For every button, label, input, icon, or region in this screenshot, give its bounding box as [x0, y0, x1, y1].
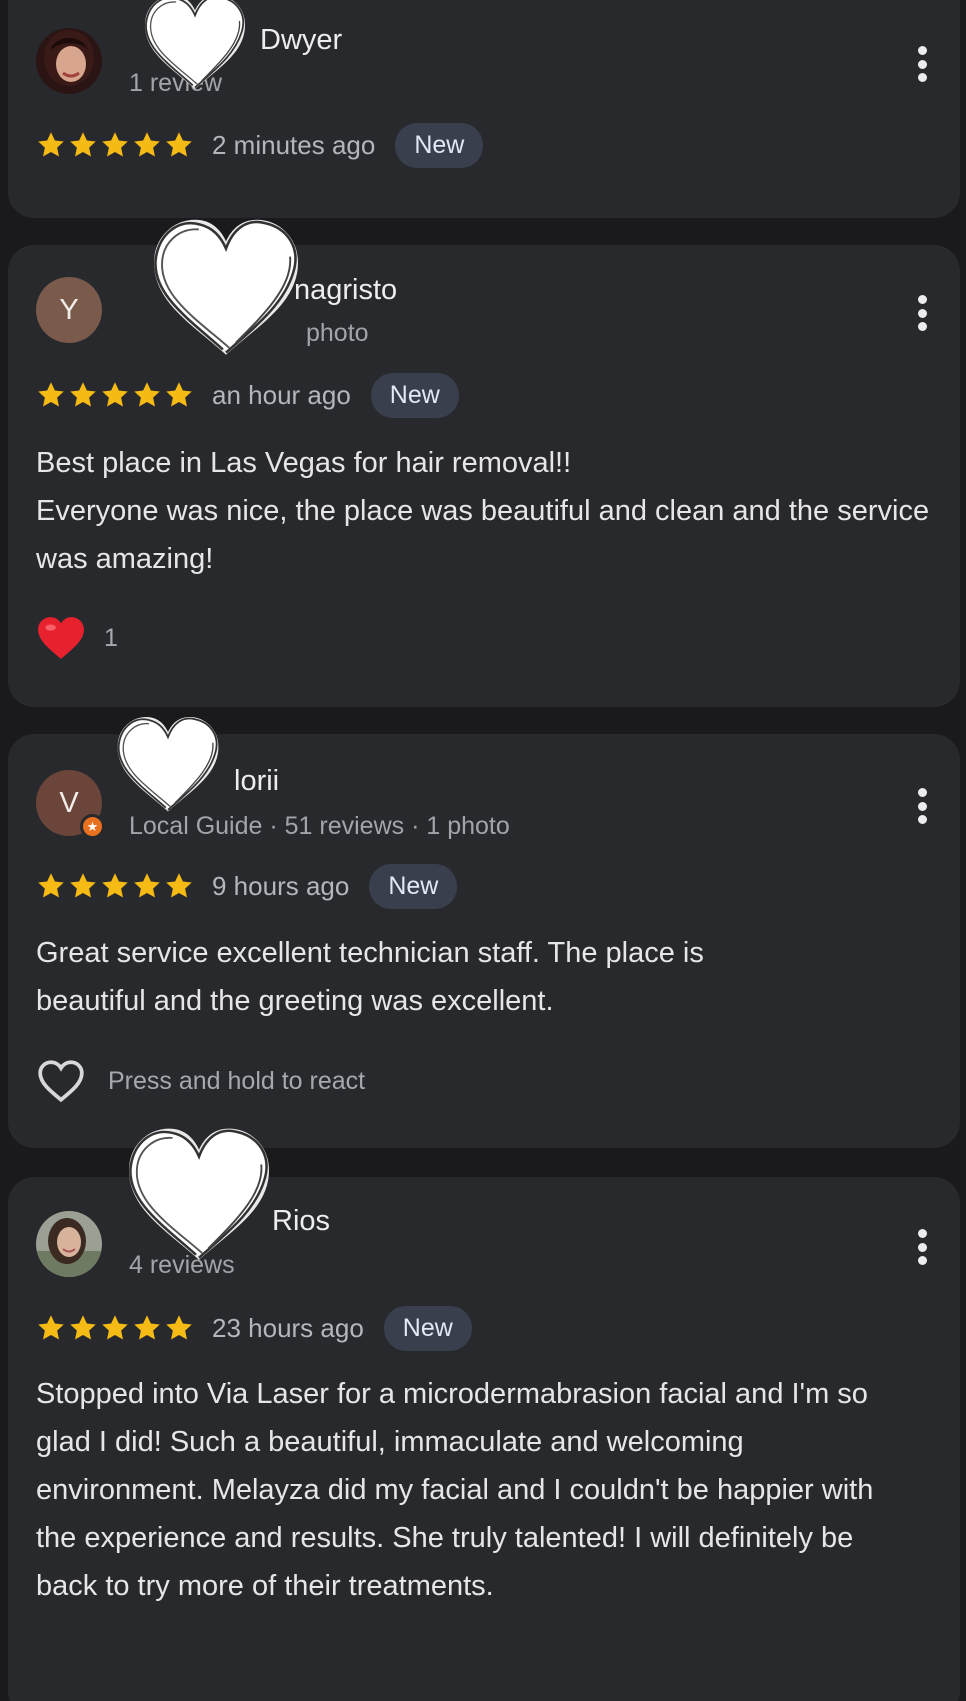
avatar-letter: Y [59, 293, 79, 326]
review-text: Stopped into Via Laser for a microdermab… [36, 1378, 874, 1602]
reaction-row[interactable]: 1 [36, 615, 118, 661]
star-icon [100, 871, 130, 901]
star-icon [132, 130, 162, 160]
heart-outline-icon[interactable] [36, 1058, 86, 1104]
star-icon [100, 1313, 130, 1343]
more-options-button[interactable] [912, 291, 932, 335]
reviewer-meta: 1 review [129, 69, 223, 97]
more-options-button[interactable] [912, 42, 932, 86]
star-icon [68, 380, 98, 410]
rating-row: 9 hours ago New [36, 863, 458, 909]
rating-row: 23 hours ago New [36, 1305, 472, 1351]
star-icon [100, 130, 130, 160]
avatar[interactable] [36, 28, 102, 94]
star-icon [100, 380, 130, 410]
review-text: Great service excellent technician staff… [36, 937, 704, 1017]
review-time: 2 minutes ago [212, 129, 376, 160]
avatar[interactable] [36, 1211, 102, 1277]
reaction-count: 1 [104, 623, 118, 652]
reviewer-name[interactable]: Rios [272, 1205, 330, 1238]
star-icon [132, 871, 162, 901]
star-rating [36, 871, 194, 901]
star-icon [132, 380, 162, 410]
new-badge: New [370, 372, 459, 418]
avatar-letter: V [59, 786, 79, 819]
new-badge: New [395, 122, 484, 168]
review-card: V ★ lorii Local Guide · 51 reviews · 1 p… [8, 734, 960, 1148]
react-hint: Press and hold to react [108, 1066, 366, 1095]
review-card: Dwyer 1 review 2 minutes ago New [8, 0, 960, 218]
star-rating [36, 130, 194, 160]
new-badge: New [369, 863, 458, 909]
rating-row: an hour ago New [36, 372, 459, 418]
star-icon [68, 130, 98, 160]
rating-row: 2 minutes ago New [36, 122, 484, 168]
review-text: Best place in Las Vegas for hair removal… [36, 447, 930, 575]
local-guide-star-icon: ★ [80, 814, 105, 839]
heart-reaction-icon[interactable] [36, 615, 86, 661]
reviewer-meta: photo [306, 319, 369, 347]
review-time: 9 hours ago [212, 870, 350, 901]
review-card: Rios 4 reviews 23 hours ago New Stopped … [8, 1177, 960, 1701]
star-icon [36, 1313, 66, 1343]
review-time: 23 hours ago [212, 1312, 364, 1343]
star-icon [68, 1313, 98, 1343]
star-icon [164, 130, 194, 160]
new-badge: New [383, 1305, 472, 1351]
avatar[interactable]: V ★ [36, 770, 105, 839]
star-rating [36, 380, 194, 410]
reviewer-name[interactable]: Dwyer [260, 24, 342, 57]
review-card: Y nagristo photo an hour ago New Best pl… [8, 245, 960, 707]
reviewer-meta: 4 reviews [129, 1251, 235, 1279]
more-options-button[interactable] [912, 1225, 932, 1269]
star-icon [164, 1313, 194, 1343]
star-icon [164, 380, 194, 410]
star-icon [36, 380, 66, 410]
star-icon [132, 1313, 162, 1343]
reviewer-name[interactable]: nagristo [294, 274, 397, 307]
star-rating [36, 1313, 194, 1343]
avatar[interactable]: Y [36, 277, 102, 343]
review-time: an hour ago [212, 379, 351, 410]
more-options-button[interactable] [912, 784, 932, 828]
star-icon [68, 871, 98, 901]
star-icon [36, 871, 66, 901]
reaction-row[interactable]: Press and hold to react [36, 1058, 365, 1104]
star-icon [36, 130, 66, 160]
reviewer-meta: Local Guide · 51 reviews · 1 photo [129, 812, 510, 840]
star-icon [164, 871, 194, 901]
reviewer-name[interactable]: lorii [234, 765, 279, 798]
